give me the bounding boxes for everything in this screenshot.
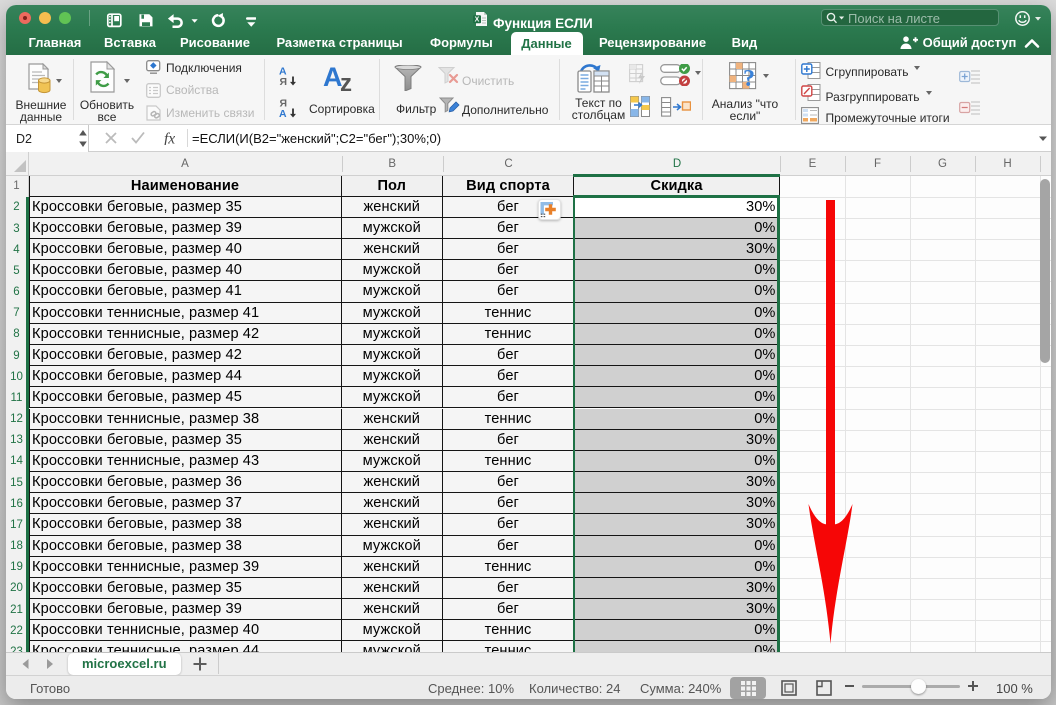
svg-text:А: А — [279, 108, 287, 118]
svg-text:fx: fx — [164, 131, 175, 145]
svg-text:?: ? — [743, 66, 755, 92]
svg-text:Я: Я — [280, 76, 288, 86]
svg-text:X: X — [475, 17, 480, 24]
